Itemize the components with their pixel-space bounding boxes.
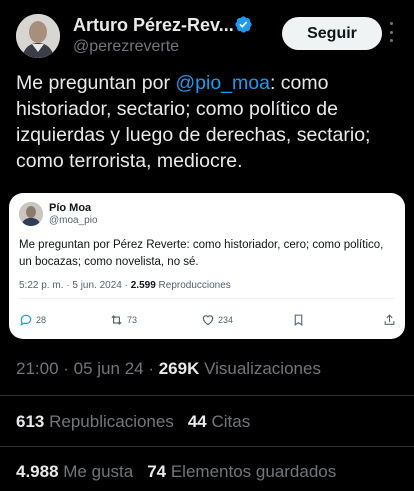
quoted-author-name: Pío Moa (49, 202, 92, 214)
views-count: 269K (158, 359, 200, 378)
likes-stat[interactable]: 4.988 Me gusta (16, 462, 133, 481)
mention-link[interactable]: @pio_moa (175, 72, 270, 94)
quoted-retweets-count: 73 (127, 315, 138, 325)
quoted-actions: 28 73 234 (19, 313, 395, 329)
quoted-like: 234 (201, 313, 233, 327)
likes-label: Me gusta (58, 462, 134, 481)
quoted-divider (19, 298, 395, 299)
bookmarks-label: Elementos guardados (166, 462, 337, 481)
follow-button[interactable]: Seguir (282, 17, 382, 50)
quoted-share (383, 313, 396, 327)
engagement-row-2: 4.988 Me gusta 74 Elementos guardados (16, 462, 336, 482)
quoted-reply: 28 (19, 313, 46, 327)
reposts-stat[interactable]: 613 Republicaciones (16, 412, 174, 431)
retweet-icon (111, 315, 122, 325)
tweet-text-start: Me preguntan por (16, 72, 176, 94)
reply-icon (20, 314, 32, 326)
quoted-likes-count: 234 (218, 315, 234, 325)
quoted-bookmark (292, 313, 305, 327)
quotes-count: 44 (187, 412, 207, 431)
author-handle[interactable]: @perezreverte (73, 38, 179, 56)
quoted-time: 5:22 p. m. · 5 jun. 2024 · (19, 280, 131, 291)
likes-count: 4.988 (16, 462, 59, 481)
bookmarks-count: 74 (147, 462, 167, 481)
quoted-meta: 5:22 p. m. · 5 jun. 2024 · 2.599 Reprodu… (19, 280, 231, 291)
quoted-replies-count: 28 (36, 315, 47, 325)
quoted-tweet-image[interactable]: Pío Moa @moa_pio Me preguntan por Pérez … (9, 193, 405, 339)
divider (0, 395, 414, 396)
bookmark-icon (294, 314, 303, 326)
views-label: Visualizaciones (199, 359, 321, 378)
tweet-meta: 21:00 · 05 jun 24 · 269K Visualizaciones (16, 359, 321, 379)
quoted-avatar (19, 202, 43, 226)
reposts-count: 613 (16, 412, 45, 431)
tweet-timestamp[interactable]: 21:00 · 05 jun 24 · (16, 359, 159, 378)
divider (0, 446, 414, 447)
engagement-row-1: 613 Republicaciones 44 Citas (16, 412, 250, 432)
verified-badge-icon (235, 16, 252, 33)
like-icon (202, 315, 214, 326)
quotes-stat[interactable]: 44 Citas (188, 412, 250, 431)
tweet-text: Me preguntan por @pio_moa: como historia… (16, 70, 408, 174)
author-avatar[interactable] (16, 14, 60, 58)
quoted-views-count: 2.599 (130, 280, 156, 291)
bookmarks-stat[interactable]: 74 Elementos guardados (147, 462, 336, 481)
quoted-retweet: 73 (109, 313, 137, 327)
quoted-views-label: Reproducciones (155, 280, 231, 291)
author-name[interactable]: Arturo Pérez-Rev... (73, 15, 234, 36)
share-icon (384, 314, 395, 325)
quotes-label: Citas (206, 412, 251, 431)
quoted-author-handle: @moa_pio (49, 215, 98, 226)
tweet-header: Arturo Pérez-Rev... @perezreverte Seguir (16, 14, 398, 60)
reposts-label: Republicaciones (44, 412, 174, 431)
quoted-text: Me preguntan por Pérez Reverte: como his… (19, 239, 384, 268)
more-icon[interactable] (388, 22, 394, 42)
